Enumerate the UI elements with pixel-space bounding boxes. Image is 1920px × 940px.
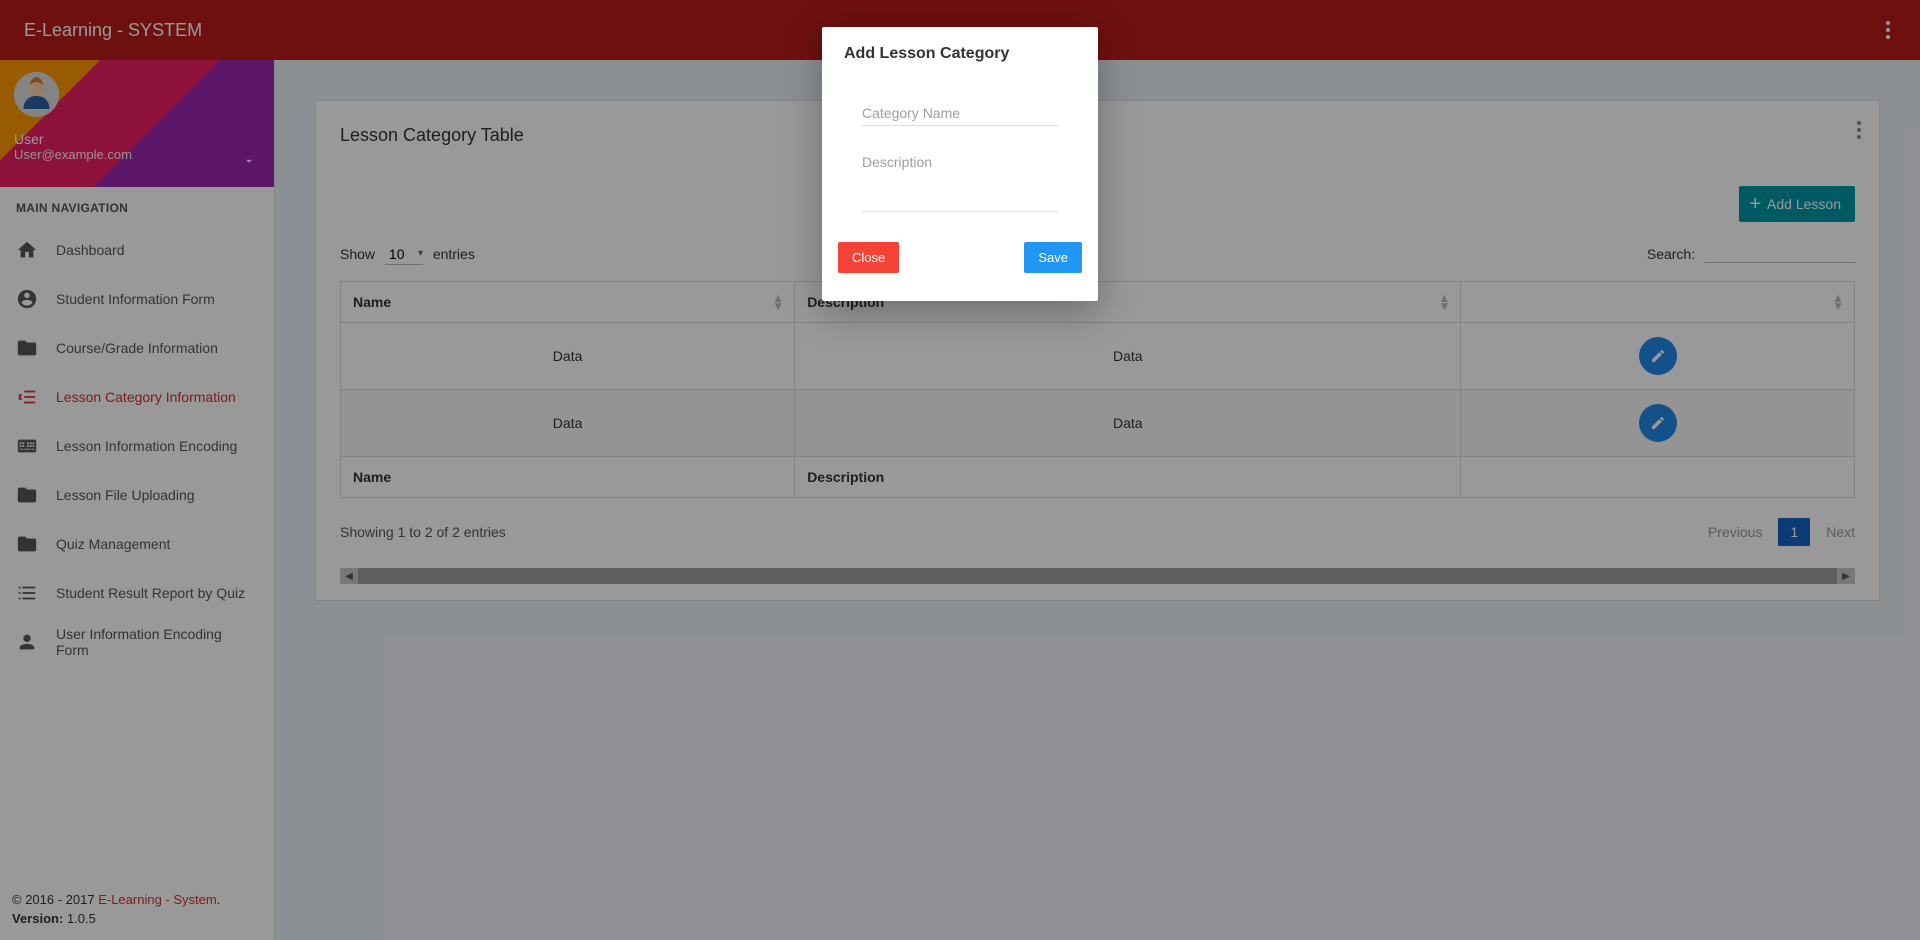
category-name-input[interactable] (862, 101, 1058, 125)
modal-title: Add Lesson Category (822, 27, 1098, 71)
add-lesson-category-modal: Add Lesson Category Close Save (822, 27, 1098, 301)
save-button[interactable]: Save (1024, 242, 1082, 273)
description-input[interactable] (862, 150, 1058, 206)
close-button[interactable]: Close (838, 242, 899, 273)
